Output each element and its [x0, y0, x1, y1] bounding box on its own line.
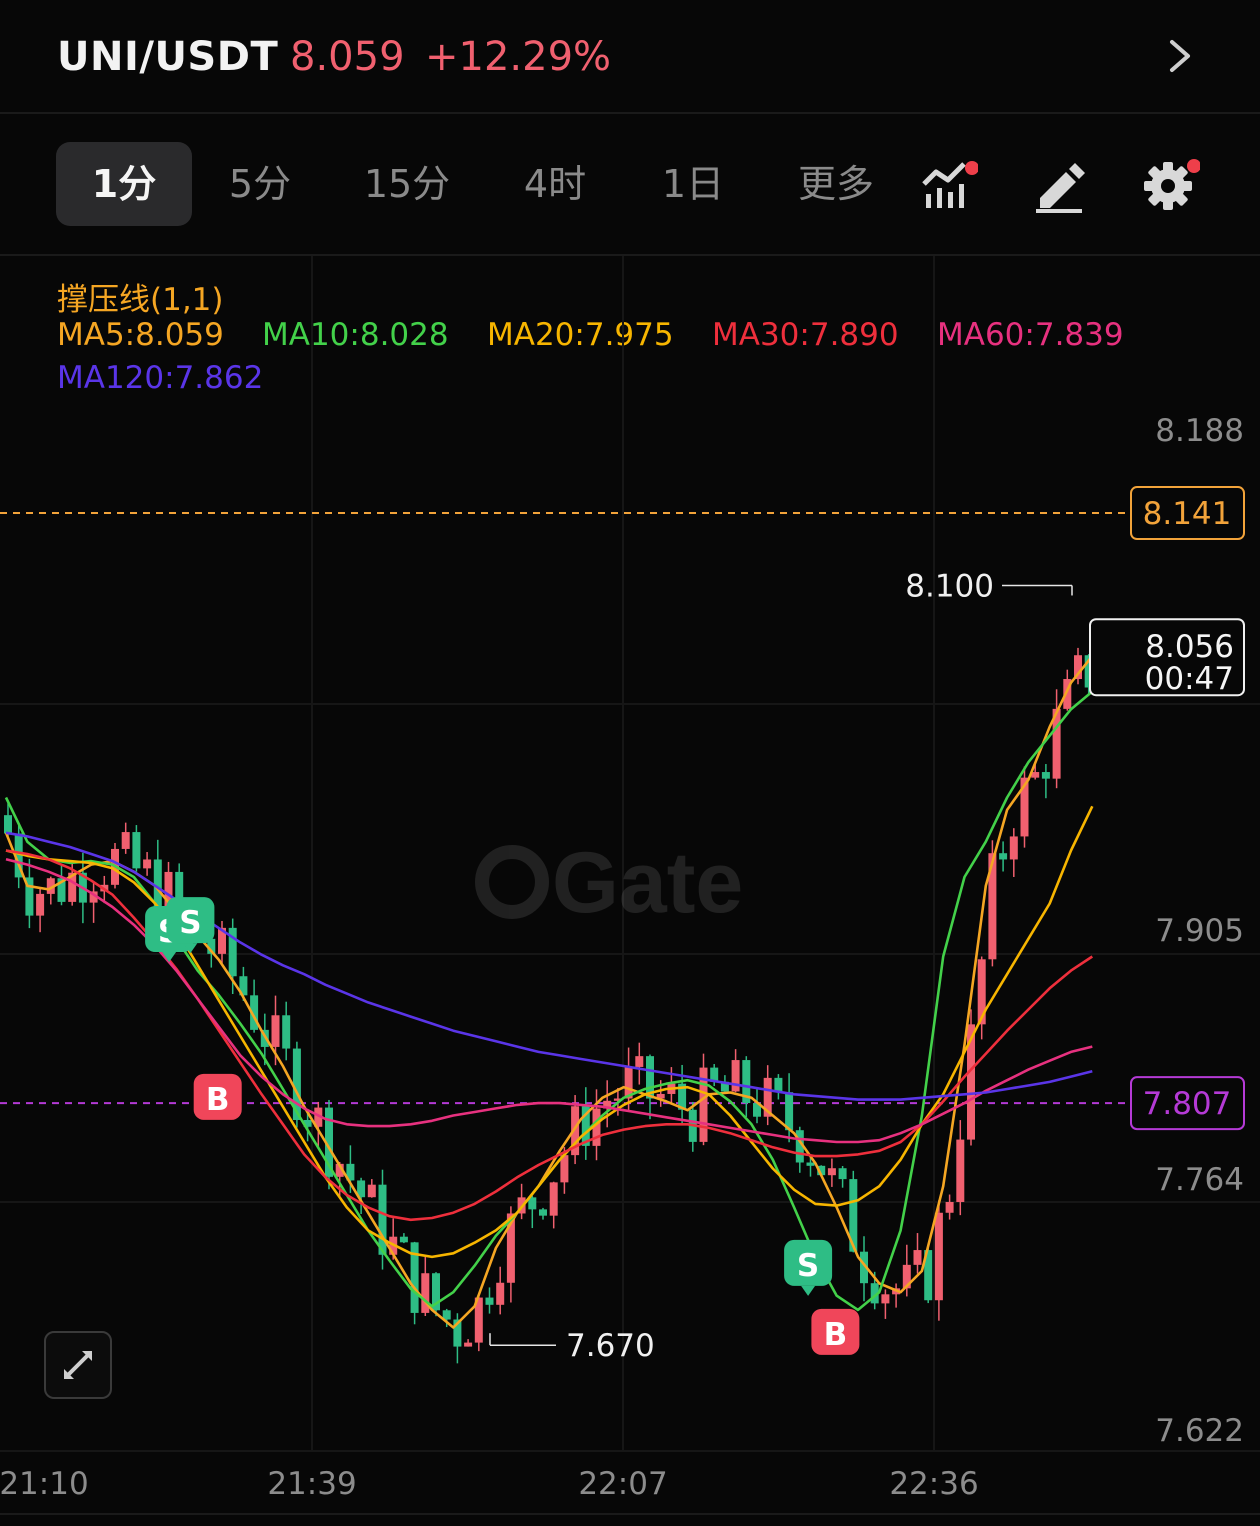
resistance-price-tag: 8.141 — [1143, 496, 1232, 532]
candle-body — [881, 1294, 890, 1304]
y-axis-label: 8.188 — [1155, 413, 1244, 449]
tab-more[interactable]: 更多 — [786, 142, 886, 226]
tab-1min[interactable]: 1分 — [56, 142, 192, 226]
settings-icon[interactable] — [1140, 154, 1200, 214]
countdown-label: 00:47 — [1145, 661, 1234, 697]
candle-body — [121, 832, 130, 849]
low-price-label: 7.670 — [566, 1328, 655, 1364]
current-price-label: 8.056 — [1145, 629, 1234, 665]
svg-text:Gate: Gate — [552, 835, 743, 931]
tab-15min[interactable]: 15分 — [352, 142, 462, 226]
y-axis-label: 7.905 — [1155, 913, 1244, 949]
candle-body — [785, 1092, 794, 1131]
trade-marker-b[interactable]: B — [811, 1308, 860, 1355]
indicator-icon[interactable] — [918, 154, 978, 214]
trade-marker-b[interactable]: B — [193, 1073, 242, 1120]
candle-body — [271, 1015, 280, 1047]
candle-body — [378, 1184, 387, 1255]
candle-body — [496, 1282, 505, 1305]
x-axis-label: 22:07 — [578, 1466, 667, 1502]
x-axis-label: 21:39 — [267, 1466, 356, 1502]
candles — [4, 647, 1093, 1364]
annotations: 8.100 7.670 8.05600:47 — [489, 568, 1245, 1364]
tab-1day[interactable]: 1日 — [648, 142, 738, 226]
candle-body — [367, 1184, 376, 1198]
marker-letter: B — [824, 1317, 848, 1353]
candle-body — [143, 859, 152, 869]
candlestick-chart[interactable]: Gate 8.1007.6708.05600:47 SSBSB 8.1887.9… — [0, 256, 1260, 1512]
candle-body — [731, 1060, 740, 1092]
candle-body — [1041, 772, 1050, 779]
trade-marker-s[interactable]: S — [784, 1239, 833, 1296]
tab-5min[interactable]: 5分 — [212, 142, 308, 226]
tab-4hour[interactable]: 4时 — [510, 142, 600, 226]
marker-pointer — [801, 1285, 816, 1296]
candle-body — [999, 853, 1008, 860]
high-price-label: 8.100 — [905, 568, 994, 604]
candle-body — [806, 1162, 815, 1166]
bottom-divider — [0, 1513, 1260, 1515]
expand-icon — [64, 1351, 92, 1379]
ticker-header: UNI/USDT 8.059 +12.29% — [0, 0, 1260, 114]
support-price-tag: 7.807 — [1143, 1086, 1232, 1122]
candle-body — [4, 815, 12, 834]
y-axis-label: 7.622 — [1155, 1413, 1244, 1449]
candle-body — [1009, 836, 1018, 860]
moving-averages — [4, 655, 1094, 1329]
marker-letter: S — [179, 905, 201, 941]
candle-body — [934, 1212, 943, 1301]
candle-body — [485, 1297, 494, 1305]
candle-body — [36, 893, 45, 916]
candle-body — [132, 832, 141, 869]
candle-body — [945, 1202, 954, 1213]
x-axis-label: 22:36 — [889, 1466, 978, 1502]
candle-body — [913, 1250, 922, 1265]
candle-body — [956, 1139, 965, 1203]
candle-body — [549, 1182, 558, 1216]
candle-body — [838, 1168, 847, 1180]
marker-letter: S — [797, 1248, 819, 1284]
candle-body — [282, 1015, 291, 1049]
x-axis-label: 21:10 — [0, 1466, 89, 1502]
gate-watermark: Gate — [475, 835, 743, 931]
timeframe-toolbar: 1分 5分 15分 4时 1日 更多 — [0, 114, 1260, 256]
ma-line-ma10 — [4, 690, 1094, 1312]
marker-letter: B — [206, 1082, 230, 1118]
candle-body — [399, 1236, 408, 1243]
candle-body — [539, 1209, 547, 1216]
price-change-percent: +12.29% — [425, 34, 612, 80]
candle-body — [827, 1168, 836, 1176]
pair-name[interactable]: UNI/USDT — [57, 34, 278, 80]
draw-tool-icon[interactable] — [1030, 154, 1090, 214]
ma-line-ma5 — [4, 655, 1094, 1329]
candle-body — [635, 1056, 644, 1067]
y-axis-label: 7.764 — [1155, 1162, 1244, 1198]
fullscreen-button[interactable] — [44, 1331, 112, 1399]
last-price: 8.059 — [290, 34, 405, 80]
chevron-right-icon[interactable] — [1166, 38, 1196, 74]
candle-body — [464, 1342, 473, 1347]
